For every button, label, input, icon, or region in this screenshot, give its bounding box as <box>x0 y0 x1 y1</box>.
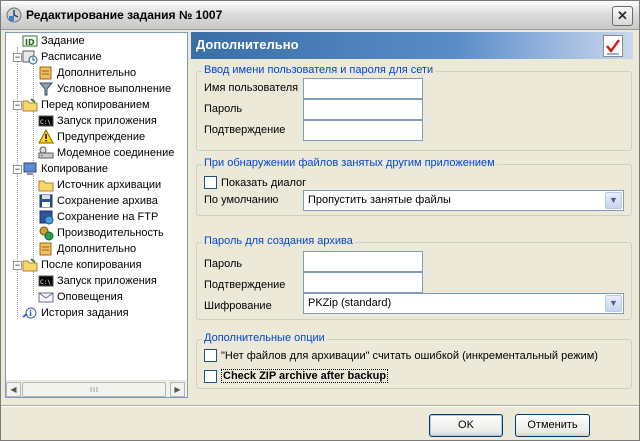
folder-open-icon <box>38 177 54 193</box>
tree-item-copy-advanced[interactable]: Дополнительно <box>38 241 136 257</box>
advanced-icon <box>38 241 54 257</box>
ok-button[interactable]: OK <box>429 414 503 437</box>
performance-icon <box>38 225 54 241</box>
show-dialog-row[interactable]: Показать диалог <box>204 176 306 189</box>
network-confirm-label: Подтверждение <box>204 124 286 136</box>
tree-item-run-app-before[interactable]: C:\ Запуск приложения <box>38 113 157 129</box>
folder-icon <box>22 97 38 113</box>
tree-item-save-archive[interactable]: Сохранение архива <box>38 193 158 209</box>
tree-item-copying[interactable]: Копирование <box>22 161 108 177</box>
tree-guide-line <box>17 47 18 319</box>
check-zip-row[interactable]: Check ZIP archive after backup <box>204 369 389 383</box>
scroll-left-button[interactable]: ◀ <box>6 382 21 397</box>
chevron-down-icon[interactable]: ▼ <box>605 192 622 209</box>
app-icon <box>6 7 22 23</box>
svg-text:ID: ID <box>25 38 35 47</box>
settings-tree[interactable]: ID Задание − Расписание Дополнительно Ус… <box>5 32 188 398</box>
chevron-down-icon[interactable]: ▼ <box>605 295 622 312</box>
floppy-icon <box>38 193 54 209</box>
network-confirm-input[interactable] <box>303 120 423 141</box>
schedule-icon <box>22 49 38 65</box>
encryption-label: Шифрование <box>204 300 272 312</box>
no-files-error-label: "Нет файлов для архивации" считать ошибк… <box>221 349 598 362</box>
tree-item-schedule[interactable]: Расписание <box>22 49 102 65</box>
modem-icon <box>38 145 54 161</box>
archive-password-group-title: Пароль для создания архива <box>202 235 355 247</box>
arrow-left-icon: ◀ <box>10 385 17 394</box>
tree-item-after-copy[interactable]: После копирования <box>22 257 142 273</box>
panel-title: Дополнительно <box>196 37 299 52</box>
history-icon: i <box>22 305 38 321</box>
tree-collapse-toggle[interactable]: − <box>13 261 22 270</box>
tree-item-before-copy[interactable]: Перед копированием <box>22 97 150 113</box>
tree-item-history[interactable]: i История задания <box>22 305 129 321</box>
username-label: Имя пользователя <box>204 82 299 94</box>
warning-icon <box>38 128 54 145</box>
tree-item-warning[interactable]: Предупреждение <box>38 128 145 145</box>
svg-text:C:\: C:\ <box>40 119 51 126</box>
encryption-select[interactable]: PKZip (standard) ▼ <box>303 293 624 314</box>
tree-guide-line <box>33 271 34 295</box>
svg-text:i: i <box>29 308 32 318</box>
encryption-value: PKZip (standard) <box>308 297 392 309</box>
close-button[interactable]: ✕ <box>612 6 633 26</box>
check-zip-checkbox[interactable] <box>204 369 217 383</box>
scroll-thumb[interactable] <box>22 382 166 397</box>
default-action-select[interactable]: Пропустить занятые файлы ▼ <box>303 190 624 211</box>
credentials-group-title: Ввод имени пользователя и пароля для сет… <box>202 64 436 76</box>
filter-icon <box>38 81 54 97</box>
default-action-label: По умолчанию <box>204 194 279 206</box>
folder-icon <box>22 257 38 273</box>
dialog-window: Редактирование задания № 1007 ✕ ID Задан… <box>0 0 640 441</box>
tree-item-notifications[interactable]: Оповещения <box>38 289 123 305</box>
archive-confirm-label: Подтверждение <box>204 279 286 291</box>
tree-collapse-toggle[interactable]: − <box>13 53 22 62</box>
show-dialog-label: Показать диалог <box>221 176 307 189</box>
console-icon: C:\ <box>38 273 54 289</box>
tree-item-task[interactable]: ID Задание <box>22 33 85 49</box>
id-card-icon: ID <box>22 33 38 49</box>
username-input[interactable] <box>303 78 423 99</box>
cancel-button[interactable]: Отменить <box>515 414 590 437</box>
button-separator <box>1 405 639 407</box>
advanced-icon <box>38 65 54 81</box>
ftp-icon <box>38 209 54 225</box>
panel-header: Дополнительно <box>191 32 633 59</box>
tree-item-ftp[interactable]: Сохранение на FTP <box>38 209 158 225</box>
arrow-right-icon: ▶ <box>174 385 181 394</box>
tree-item-modem[interactable]: Модемное соединение <box>38 145 174 161</box>
no-files-error-row[interactable]: "Нет файлов для архивации" считать ошибк… <box>204 349 598 362</box>
locked-files-group-title: При обнаружении файлов занятых другим пр… <box>202 157 497 169</box>
network-password-label: Пароль <box>204 103 243 115</box>
tree-item-source[interactable]: Источник архивации <box>38 177 161 193</box>
tree-item-run-app-after[interactable]: C:\ Запуск приложения <box>38 273 157 289</box>
svg-text:C:\: C:\ <box>40 279 51 286</box>
computer-icon <box>22 161 38 177</box>
grip-icon <box>90 387 98 392</box>
checklist-icon <box>603 35 623 57</box>
mail-icon <box>38 289 54 305</box>
tree-item-schedule-advanced[interactable]: Дополнительно <box>38 65 136 81</box>
tree-item-performance[interactable]: Производительность <box>38 225 164 241</box>
tree-item-conditional[interactable]: Условное выполнение <box>38 81 171 97</box>
no-files-error-checkbox[interactable] <box>204 349 217 362</box>
default-action-value: Пропустить занятые файлы <box>308 194 451 206</box>
network-password-input[interactable] <box>303 99 423 120</box>
tree-guide-line <box>33 111 34 167</box>
title-bar[interactable]: Редактирование задания № 1007 ✕ <box>1 1 639 30</box>
tree-horizontal-scrollbar[interactable]: ◀ ▶ <box>6 380 187 397</box>
archive-password-label: Пароль <box>204 258 243 270</box>
tree-guide-line <box>33 175 34 263</box>
tree-collapse-toggle[interactable]: − <box>13 101 22 110</box>
tree-collapse-toggle[interactable]: − <box>13 165 22 174</box>
scroll-right-button[interactable]: ▶ <box>170 382 185 397</box>
close-icon: ✕ <box>617 8 628 23</box>
window-title: Редактирование задания № 1007 <box>26 8 223 22</box>
extra-options-group-title: Дополнительные опции <box>202 332 327 344</box>
console-icon: C:\ <box>38 113 54 129</box>
archive-confirm-input[interactable] <box>303 272 423 293</box>
show-dialog-checkbox[interactable] <box>204 176 217 189</box>
check-zip-label: Check ZIP archive after backup <box>221 369 389 383</box>
archive-password-input[interactable] <box>303 251 423 272</box>
